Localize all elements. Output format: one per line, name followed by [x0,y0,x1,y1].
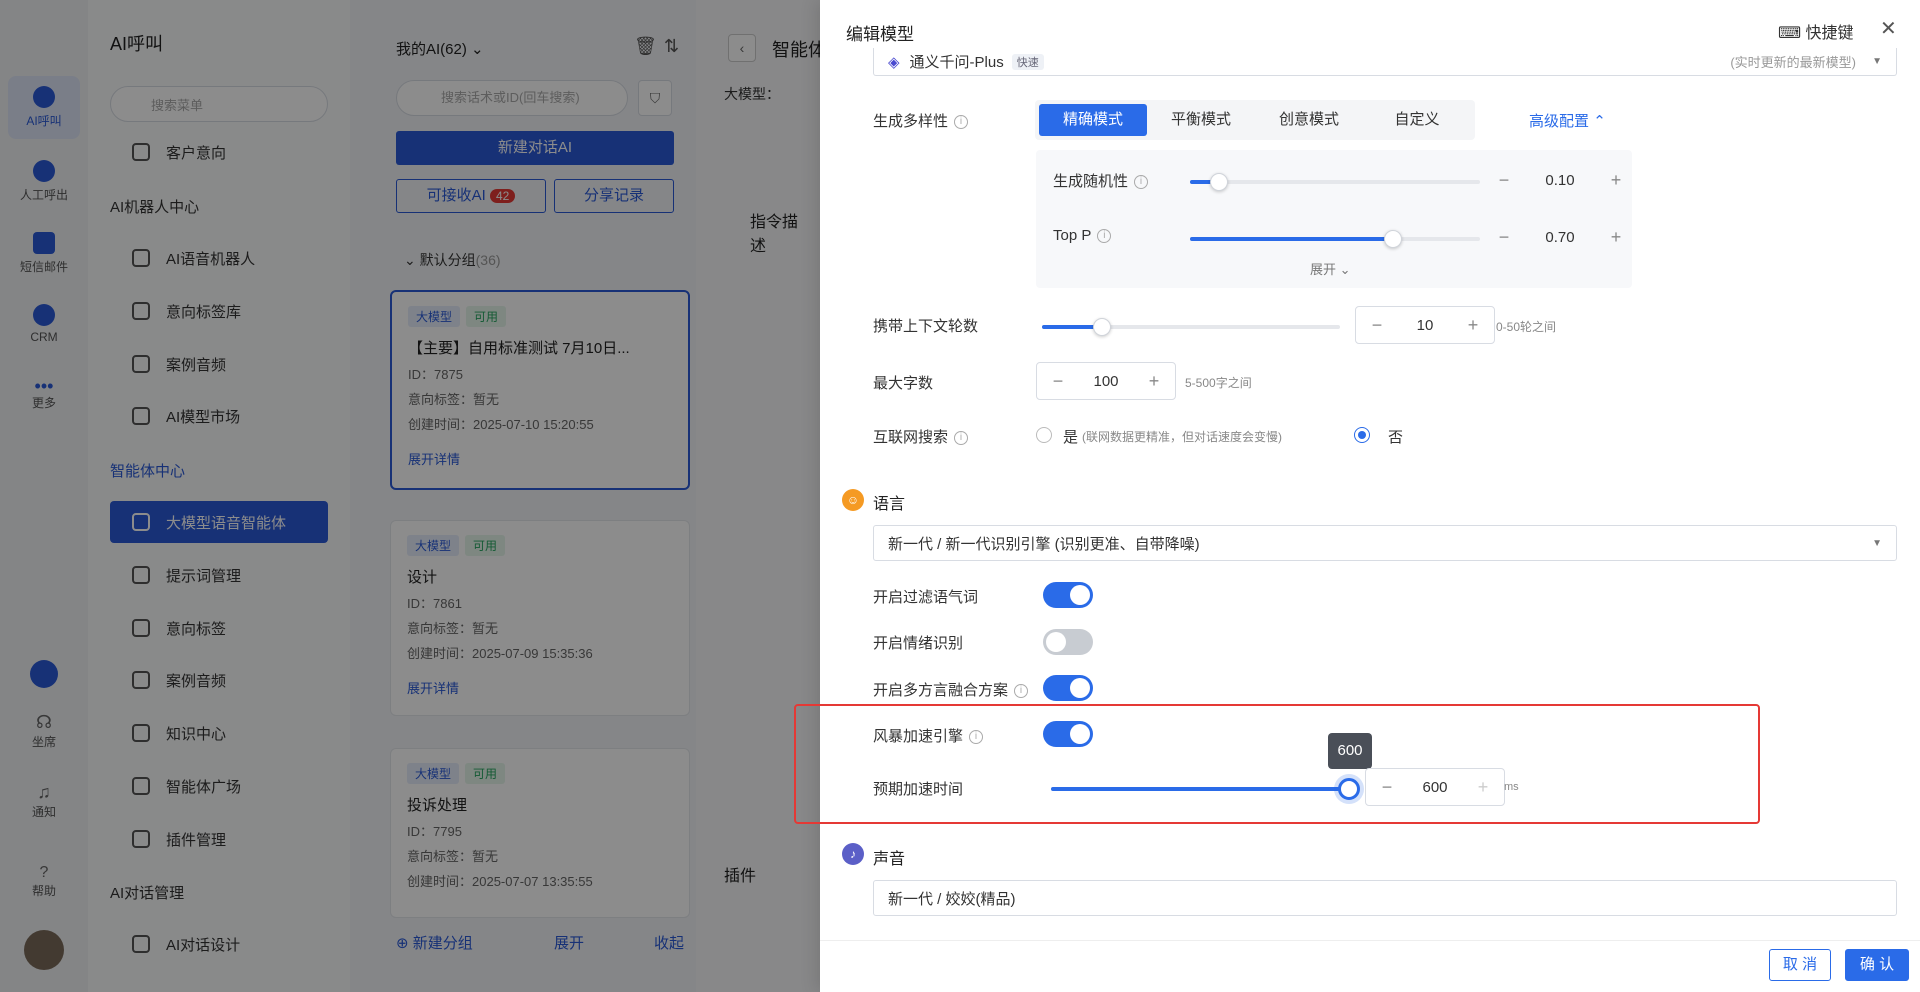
keyboard-icon: ⌨ [1778,25,1802,42]
web-search-yes-hint: (联网数据更精准，但对话速度会变慢) [1082,430,1282,444]
minus-icon[interactable]: − [1495,170,1513,191]
highlight-box [794,704,1760,824]
emotion-recognition-label: 开启情绪识别 [873,635,964,652]
info-icon[interactable]: i [969,730,984,745]
minus-icon[interactable]: − [1378,777,1396,798]
info-icon[interactable]: i [954,115,969,130]
expected-time-unit: ms [1504,781,1519,793]
model-hint: (实时更新的最新模型) [1730,55,1856,70]
mode-precise[interactable]: 精确模式 [1039,104,1147,136]
expected-time-slider[interactable] [1051,778,1360,800]
context-turns-value[interactable]: 10 [1417,317,1434,334]
toggle-knob [1046,632,1066,652]
info-icon[interactable]: i [1014,684,1029,699]
voice-section-title: 声音 [873,851,906,868]
max-chars-stepper: − 100 + [1036,362,1176,400]
filter-filler-words-label: 开启过滤语气词 [873,589,979,606]
slider-handle[interactable] [1092,318,1111,336]
context-turns-label: 携带上下文轮数 [873,318,979,335]
chevron-up-icon: ⌃ [1593,113,1606,130]
web-search-yes-label[interactable]: 是 [1063,426,1078,447]
info-icon[interactable]: i [1097,229,1112,244]
top-p-slider[interactable] [1190,230,1480,248]
web-search-label: 互联网搜索 i [873,426,969,447]
drawer-title: 编辑模型 [846,25,914,44]
cancel-button[interactable]: 取 消 [1769,949,1831,981]
edit-model-drawer: 编辑模型 ⌨ 快捷键 ✕ ◈ 通义千问-Plus 快速 (实时更新的最新模型) … [794,0,1920,992]
storm-engine-toggle[interactable] [1043,721,1093,747]
storm-engine-label: 风暴加速引擎 i [873,725,984,746]
max-chars-value[interactable]: 100 [1093,373,1118,390]
language-engine-select[interactable]: 新一代 / 新一代识别引擎 (识别更准、自带降噪) ▼ [873,525,1897,561]
footer-divider [820,940,1920,941]
web-search-no-label[interactable]: 否 [1388,426,1403,447]
randomness-value[interactable]: 0.10 [1545,172,1574,189]
toggle-knob [1070,724,1090,744]
top-p-value[interactable]: 0.70 [1545,229,1574,246]
info-icon[interactable]: i [1134,175,1149,190]
plus-icon[interactable]: + [1145,371,1163,392]
diversity-mode-selector: 精确模式 平衡模式 创意模式 自定义 [1035,100,1475,140]
slider-fill [1051,787,1349,791]
toggle-knob [1070,678,1090,698]
info-icon[interactable]: i [954,431,969,446]
expected-time-stepper: − 600 + [1365,768,1505,806]
expected-time-label: 预期加速时间 [873,781,964,798]
web-search-yes-radio[interactable] [1036,427,1052,443]
diversity-label: 生成多样性 i [873,110,969,131]
chevron-down-icon: ⌄ [1339,262,1351,277]
slider-value-tooltip: 600 [1328,733,1372,769]
context-turns-hint: 0-50轮之间 [1496,320,1557,334]
model-select[interactable]: ◈ 通义千问-Plus 快速 (实时更新的最新模型) ▼ [873,48,1897,76]
slider-handle[interactable] [1338,778,1360,800]
minus-icon[interactable]: − [1368,315,1386,336]
mode-balanced[interactable]: 平衡模式 [1147,104,1255,136]
shortcut-button[interactable]: ⌨ 快捷键 [1778,19,1854,43]
slider-handle[interactable] [1384,230,1402,248]
language-section-title: 语言 [873,496,906,513]
mode-custom[interactable]: 自定义 [1363,104,1471,136]
plus-icon[interactable]: + [1607,227,1625,248]
randomness-stepper: − 0.10 + [1495,168,1625,192]
qwen-logo-icon: ◈ [888,53,900,71]
dialect-fusion-label: 开启多方言融合方案 i [873,679,1029,700]
top-p-label: Top Pi [1053,227,1112,244]
emotion-recognition-toggle[interactable] [1043,629,1093,655]
caret-down-icon: ▼ [1872,56,1882,67]
confirm-button[interactable]: 确 认 [1845,949,1909,981]
plus-icon[interactable]: + [1474,777,1492,798]
close-icon[interactable]: ✕ [1880,16,1897,41]
expand-advanced-link[interactable]: 展开 ⌄ [1310,259,1351,278]
filter-filler-words-toggle[interactable] [1043,582,1093,608]
web-search-no-radio[interactable] [1354,427,1370,443]
minus-icon[interactable]: − [1495,227,1513,248]
max-chars-hint: 5-500字之间 [1185,376,1252,390]
dialect-fusion-toggle[interactable] [1043,675,1093,701]
slider-fill [1190,237,1393,241]
expected-time-value[interactable]: 600 [1422,779,1447,796]
top-p-stepper: − 0.70 + [1495,225,1625,249]
modal-overlay[interactable] [0,0,820,992]
slider-handle[interactable] [1210,173,1228,191]
caret-down-icon: ▼ [1872,537,1882,549]
context-turns-slider[interactable] [1042,318,1340,336]
voice-select[interactable]: 新一代 / 姣姣(精品) [873,880,1897,916]
context-turns-stepper: − 10 + [1355,306,1495,344]
plus-icon[interactable]: + [1607,170,1625,191]
minus-icon[interactable]: − [1049,371,1067,392]
voice-section-icon: ♪ [842,843,864,865]
plus-icon[interactable]: + [1464,315,1482,336]
toggle-knob [1070,585,1090,605]
randomness-label: 生成随机性 i [1053,170,1149,191]
model-speed-badge: 快速 [1011,53,1044,70]
advanced-config-toggle[interactable]: 高级配置 ⌃ [1529,110,1606,131]
randomness-slider[interactable] [1190,173,1480,191]
max-chars-label: 最大字数 [873,375,934,392]
mode-creative[interactable]: 创意模式 [1255,104,1363,136]
language-section-icon: ☺ [842,489,864,511]
